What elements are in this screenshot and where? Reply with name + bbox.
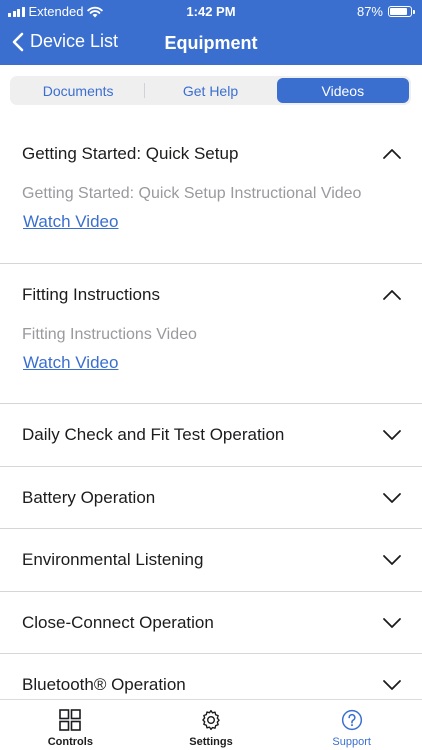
video-section: Environmental Listening: [0, 529, 422, 592]
status-bar: Extended 1:42 PM 87%: [0, 0, 422, 22]
tab-label: Settings: [189, 736, 233, 748]
grid-icon: [59, 709, 82, 731]
page-title: Equipment: [164, 33, 258, 53]
segment-label: Videos: [321, 82, 365, 99]
chevron-down-icon: [383, 492, 401, 503]
video-title: Battery Operation: [22, 487, 156, 507]
video-section-header[interactable]: Daily Check and Fit Test Operation: [0, 404, 422, 466]
chevron-down-icon: [383, 555, 401, 565]
video-section-header[interactable]: Getting Started: Quick Setup: [0, 123, 422, 185]
chevron-up-icon: [383, 149, 401, 159]
video-section-header[interactable]: Fitting Instructions: [0, 264, 422, 326]
segment-get-help[interactable]: Get Help: [144, 78, 276, 103]
chevron-up-icon: [383, 290, 401, 300]
video-title: Environmental Listening: [22, 550, 204, 569]
segment-label: Get Help: [182, 82, 239, 99]
tab-controls[interactable]: Controls: [0, 700, 141, 750]
video-section-header[interactable]: Battery Operation: [0, 467, 422, 529]
video-list: Getting Started: Quick Setup Getting Sta…: [0, 123, 422, 717]
watch-video-link[interactable]: Watch Video: [22, 353, 118, 373]
video-title: Bluetooth® Operation: [22, 675, 186, 694]
video-section-body: Getting Started: Quick Setup Instruction…: [0, 184, 422, 232]
battery-icon: [388, 6, 415, 17]
chevron-down-icon: [383, 680, 401, 690]
video-section: Getting Started: Quick Setup Getting Sta…: [0, 123, 422, 264]
battery-fill: [390, 8, 408, 15]
segmented-control: Documents Get Help Videos: [10, 76, 411, 105]
video-title: Daily Check and Fit Test Operation: [22, 425, 285, 444]
chevron-down-icon: [383, 430, 401, 440]
segment-videos[interactable]: Videos: [276, 78, 409, 103]
nav-bar: Device List Equipment: [0, 22, 422, 65]
video-section: Close-Connect Operation: [0, 592, 422, 654]
header: Extended 1:42 PM 87% Device List Equipme…: [0, 0, 422, 65]
video-section-body: Fitting Instructions Video Watch Video: [0, 325, 422, 373]
question-icon: [341, 709, 362, 731]
video-section: Battery Operation: [0, 467, 422, 529]
video-section: Fitting Instructions Fitting Instruction…: [0, 264, 422, 404]
battery-percent: 87%: [356, 4, 383, 19]
tab-label: Support: [332, 736, 371, 748]
gear-icon: [202, 709, 220, 731]
status-right: 87%: [356, 4, 415, 19]
tab-label: Controls: [47, 736, 93, 748]
watch-video-link[interactable]: Watch Video: [22, 212, 118, 232]
video-title: Getting Started: Quick Setup: [22, 144, 239, 163]
video-description: Fitting Instructions Video: [22, 326, 197, 343]
video-section-header[interactable]: Close-Connect Operation: [0, 592, 422, 654]
segment-documents[interactable]: Documents: [12, 78, 144, 103]
segment-label: Documents: [42, 82, 114, 99]
video-description: Getting Started: Quick Setup Instruction…: [22, 185, 362, 202]
video-section: Daily Check and Fit Test Operation: [0, 404, 422, 467]
tab-settings[interactable]: Settings: [141, 700, 282, 750]
tab-support[interactable]: Support: [281, 700, 422, 750]
video-title: Fitting Instructions: [22, 285, 160, 304]
chevron-down-icon: [383, 617, 401, 628]
video-title: Close-Connect Operation: [22, 612, 214, 632]
tab-bar: Controls Settings Support: [0, 699, 422, 750]
video-section-header[interactable]: Environmental Listening: [0, 529, 422, 591]
